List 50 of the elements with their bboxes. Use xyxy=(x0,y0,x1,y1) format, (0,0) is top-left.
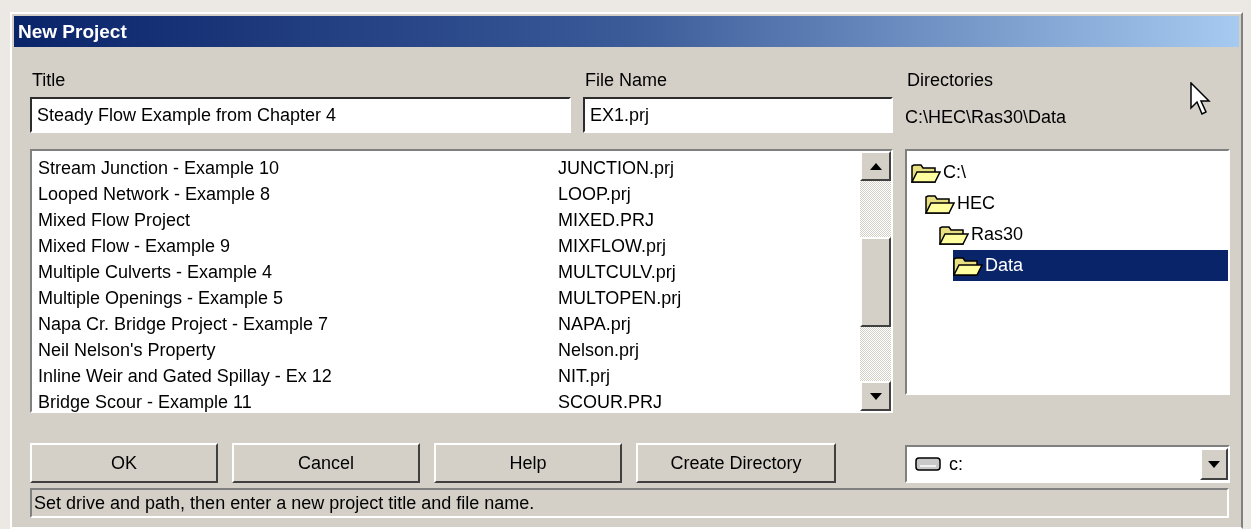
project-title[interactable]: Looped Network - Example 8 xyxy=(38,181,558,207)
title-field[interactable]: Steady Flow Example from Chapter 4 xyxy=(30,97,571,133)
project-file[interactable]: MULTOPEN.prj xyxy=(558,285,854,311)
field-label: File Name xyxy=(584,70,669,92)
dropdown-arrow-icon xyxy=(1208,460,1220,468)
project-file[interactable]: MIXFLOW.prj xyxy=(558,233,854,259)
dialog-button[interactable]: Cancel xyxy=(232,443,420,483)
project-title[interactable]: Stream Junction - Example 10 xyxy=(38,155,558,181)
directory-item[interactable]: Ras30 xyxy=(939,219,1228,250)
directory-item[interactable]: HEC xyxy=(925,188,1228,219)
directory-path: C:\HEC\Ras30\Data xyxy=(905,106,1067,128)
project-title[interactable]: Bridge Scour - Example 11 xyxy=(38,389,558,415)
project-file[interactable]: SCOUR.PRJ xyxy=(558,389,854,415)
mouse-pointer-icon xyxy=(1190,82,1214,116)
project-file[interactable]: NAPA.prj xyxy=(558,311,854,337)
window-title: New Project xyxy=(18,20,127,43)
project-file[interactable]: JUNCTION.prj xyxy=(558,155,854,181)
project-title[interactable]: Neil Nelson's Property xyxy=(38,337,558,363)
scroll-down-button[interactable] xyxy=(860,381,891,411)
folder-icon xyxy=(911,161,941,184)
project-title[interactable]: Napa Cr. Bridge Project - Example 7 xyxy=(38,311,558,337)
dialog-button[interactable]: OK xyxy=(30,443,218,483)
dialog-button[interactable]: Create Directory xyxy=(636,443,836,483)
file-name-field[interactable]: EX1.prj xyxy=(583,97,893,133)
project-title[interactable]: Multiple Openings - Example 5 xyxy=(38,285,558,311)
status-text: Set drive and path, then enter a new project title and file name. xyxy=(34,492,535,514)
field-label: Title xyxy=(31,70,67,92)
folder-icon xyxy=(925,192,955,215)
project-title[interactable]: Inline Weir and Gated Spillay - Ex 12 xyxy=(38,363,558,389)
folder-icon xyxy=(939,223,969,246)
drive-icon xyxy=(915,457,941,471)
project-title[interactable]: Multiple Culverts - Example 4 xyxy=(38,259,558,285)
dialog-button[interactable]: Help xyxy=(434,443,622,483)
scroll-up-button[interactable] xyxy=(860,151,891,181)
field-label: Directories xyxy=(906,70,995,92)
directory-item[interactable]: C:\ xyxy=(911,157,1228,188)
folder-icon xyxy=(953,254,983,277)
project-file[interactable]: NIT.prj xyxy=(558,363,854,389)
project-file[interactable]: MULTCULV.prj xyxy=(558,259,854,285)
project-title[interactable]: Mixed Flow - Example 9 xyxy=(38,233,558,259)
drive-dropdown[interactable]: c: xyxy=(905,445,1230,483)
scrollbar[interactable] xyxy=(860,151,891,411)
directory-item[interactable]: Data xyxy=(953,250,1228,281)
down-arrow-icon xyxy=(869,392,882,400)
scroll-thumb[interactable] xyxy=(860,237,891,327)
up-arrow-icon xyxy=(869,162,882,170)
project-file[interactable]: MIXED.PRJ xyxy=(558,207,854,233)
project-title[interactable]: Mixed Flow Project xyxy=(38,207,558,233)
project-file[interactable]: Nelson.prj xyxy=(558,337,854,363)
project-file[interactable]: LOOP.prj xyxy=(558,181,854,207)
